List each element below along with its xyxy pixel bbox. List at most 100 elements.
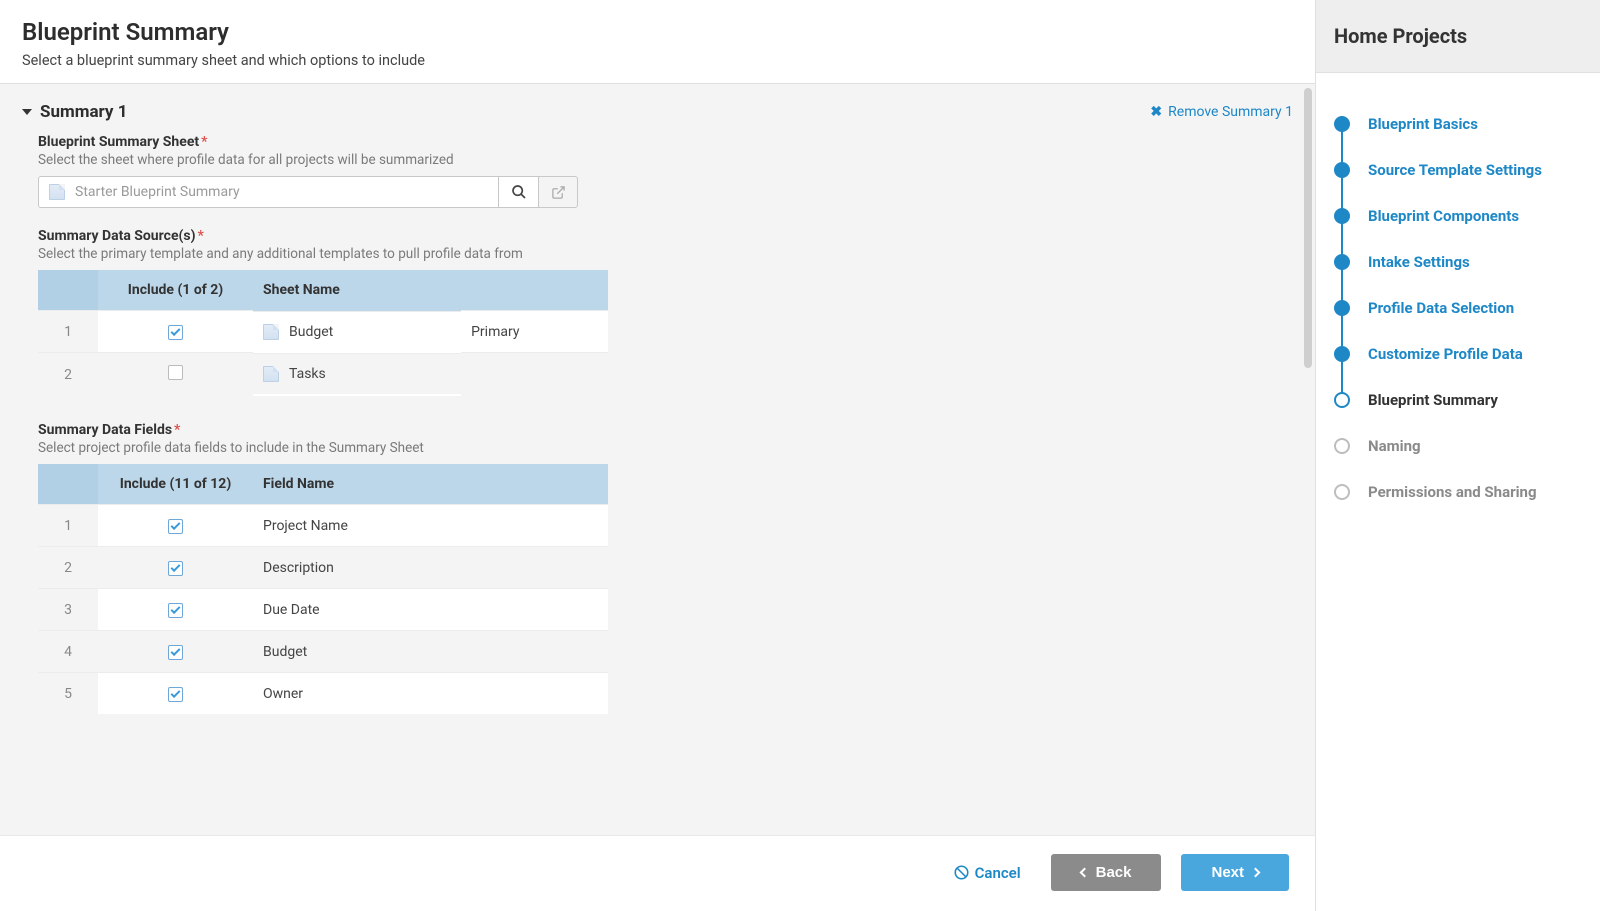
wizard-step[interactable]: Blueprint Basics [1334,101,1582,147]
sheet-picker-desc: Select the sheet where profile data for … [38,152,1293,168]
remove-summary-link[interactable]: ✖ Remove Summary 1 [1150,104,1293,120]
wizard-step: Permissions and Sharing [1334,469,1582,515]
table-row: 2 Description [38,547,608,589]
chevron-left-icon [1079,868,1089,878]
row-index: 4 [38,631,98,673]
back-button[interactable]: Back [1051,854,1162,891]
step-label: Intake Settings [1368,253,1470,271]
wizard-step[interactable]: Profile Data Selection [1334,285,1582,331]
step-label: Permissions and Sharing [1368,483,1537,501]
fields-label: Summary Data Fields* [38,422,1293,438]
row-index: 3 [38,589,98,631]
step-label: Blueprint Summary [1368,391,1498,409]
search-icon [511,184,527,200]
footer: Cancel Back Next [0,835,1315,911]
fields-table: Include (11 of 12) Field Name 1 Project … [38,464,608,714]
row-index: 2 [38,353,98,397]
step-dot-icon [1334,254,1350,270]
sheet-picker-placeholder: Starter Blueprint Summary [75,184,240,200]
row-index: 2 [38,547,98,589]
sheet-name-cell: Tasks [253,353,461,394]
include-checkbox[interactable] [168,365,183,380]
step-label: Naming [1368,437,1421,455]
include-checkbox[interactable] [168,687,183,702]
row-index: 5 [38,673,98,715]
table-row: 5 Owner [38,673,608,715]
table-row: 1 Budget Primary [38,311,608,353]
include-checkbox[interactable] [168,645,183,660]
sheet-picker-input[interactable]: Starter Blueprint Summary [38,176,498,208]
row-index: 1 [38,311,98,353]
step-label: Source Template Settings [1368,161,1542,179]
table-row: 4 Budget [38,631,608,673]
content-area: Summary 1 ✖ Remove Summary 1 Blueprint S… [0,83,1315,835]
page-title: Blueprint Summary [22,18,1293,46]
sheet-search-button[interactable] [498,176,538,208]
include-checkbox[interactable] [168,603,183,618]
fields-col-name: Field Name [253,464,608,505]
chevron-right-icon [1251,868,1261,878]
include-checkbox[interactable] [168,325,183,340]
sources-table: Include (1 of 2) Sheet Name 1 Budget Pri… [38,270,608,396]
sheet-icon [263,366,279,382]
wizard-step: Blueprint Summary [1334,377,1582,423]
sheet-picker-label: Blueprint Summary Sheet* [38,134,1293,150]
field-name-cell: Budget [253,631,608,673]
step-dot-icon [1334,162,1350,178]
cancel-link[interactable]: Cancel [954,864,1021,882]
step-dot-icon [1334,484,1350,500]
table-row: 2 Tasks [38,353,608,397]
next-label: Next [1211,864,1244,881]
step-dot-icon [1334,116,1350,132]
step-dot-icon [1334,346,1350,362]
sheet-icon [49,184,65,200]
sidebar: Home Projects Blueprint Basics Source Te… [1315,0,1600,911]
section-toggle[interactable]: Summary 1 [22,102,127,122]
wizard-step[interactable]: Blueprint Components [1334,193,1582,239]
external-link-icon [551,185,566,200]
step-dot-icon [1334,392,1350,408]
wizard-step[interactable]: Customize Profile Data [1334,331,1582,377]
field-name-cell: Due Date [253,589,608,631]
close-icon: ✖ [1150,104,1162,120]
wizard-step[interactable]: Intake Settings [1334,239,1582,285]
include-checkbox[interactable] [168,519,183,534]
sources-label: Summary Data Source(s)* [38,228,1293,244]
table-row: 3 Due Date [38,589,608,631]
back-label: Back [1096,864,1132,881]
fields-desc: Select project profile data fields to in… [38,440,1293,456]
fields-col-include: Include (11 of 12) [98,464,253,505]
include-checkbox[interactable] [168,561,183,576]
next-button[interactable]: Next [1181,854,1289,891]
sheet-icon [263,324,279,340]
sources-col-note [461,270,608,311]
wizard-step[interactable]: Source Template Settings [1334,147,1582,193]
step-label: Blueprint Components [1368,207,1519,225]
cancel-label: Cancel [975,864,1021,882]
sidebar-title: Home Projects [1316,0,1600,73]
remove-summary-label: Remove Summary 1 [1168,104,1293,120]
field-name-cell: Description [253,547,608,589]
source-note: Primary [461,311,608,353]
sources-col-sheet: Sheet Name [253,270,461,311]
sheet-name-cell: Budget [253,311,461,352]
scrollbar[interactable] [1304,88,1312,368]
step-label: Blueprint Basics [1368,115,1478,133]
wizard-steps: Blueprint Basics Source Template Setting… [1316,73,1600,543]
step-label: Profile Data Selection [1368,299,1514,317]
caret-down-icon [22,109,32,115]
section-heading: Summary 1 [40,102,127,122]
step-dot-icon [1334,208,1350,224]
page-header: Blueprint Summary Select a blueprint sum… [0,0,1315,83]
step-dot-icon [1334,438,1350,454]
sheet-open-button [538,176,578,208]
fields-col-idx [38,464,98,505]
sources-col-idx [38,270,98,311]
step-label: Customize Profile Data [1368,345,1523,363]
sources-col-include: Include (1 of 2) [98,270,253,311]
row-index: 1 [38,505,98,547]
wizard-step: Naming [1334,423,1582,469]
field-name-cell: Owner [253,673,608,715]
source-note [461,353,608,397]
table-row: 1 Project Name [38,505,608,547]
